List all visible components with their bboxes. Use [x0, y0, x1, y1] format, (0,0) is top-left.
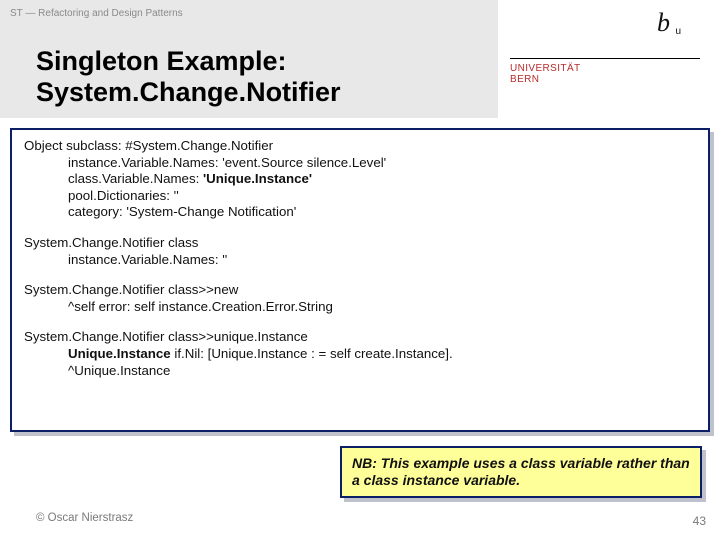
code-line: ^self error: self instance.Creation.Erro…: [24, 299, 696, 316]
code-line: ^Unique.Instance: [24, 363, 696, 380]
code-block-4: System.Change.Notifier class>>unique.Ins…: [24, 329, 696, 379]
code-line: Object subclass: #System.Change.Notifier: [24, 138, 696, 155]
code-block-1: Object subclass: #System.Change.Notifier…: [24, 138, 696, 221]
title-line-1: Singleton Example:: [36, 46, 341, 77]
university-logo-block: b u UNIVERSITÄT BERN: [510, 8, 700, 85]
code-line: instance.Variable.Names: '': [24, 252, 696, 269]
code-listing: Object subclass: #System.Change.Notifier…: [10, 128, 710, 432]
title-line-2: System.Change.Notifier: [36, 77, 341, 108]
code-line: instance.Variable.Names: 'event.Source s…: [24, 155, 696, 172]
code-line: category: 'System-Change Notification': [24, 204, 696, 221]
code-block-3: System.Change.Notifier class>>new ^self …: [24, 282, 696, 315]
code-line: System.Change.Notifier class>>new: [24, 282, 696, 299]
code-line: pool.Dictionaries: '': [24, 188, 696, 205]
code-block-2: System.Change.Notifier class instance.Va…: [24, 235, 696, 268]
code-line: class.Variable.Names: 'Unique.Instance': [24, 171, 696, 188]
code-line: System.Change.Notifier class>>unique.Ins…: [24, 329, 696, 346]
page-title: Singleton Example: System.Change.Notifie…: [36, 46, 341, 108]
code-line: Unique.Instance if.Nil: [Unique.Instance…: [24, 346, 696, 363]
copyright: © Oscar Nierstrasz: [36, 512, 133, 524]
university-name: UNIVERSITÄT BERN: [510, 58, 700, 85]
logo-b: b: [657, 8, 670, 38]
university-name-line1: UNIVERSITÄT: [510, 63, 700, 74]
logo-mark: b u: [510, 8, 700, 50]
logo-u: u: [675, 26, 682, 37]
note-callout: NB: This example uses a class variable r…: [340, 446, 702, 498]
code-line: System.Change.Notifier class: [24, 235, 696, 252]
university-name-line2: BERN: [510, 74, 700, 85]
header-kicker: ST — Refactoring and Design Patterns: [10, 8, 183, 19]
page-number: 43: [693, 514, 706, 528]
